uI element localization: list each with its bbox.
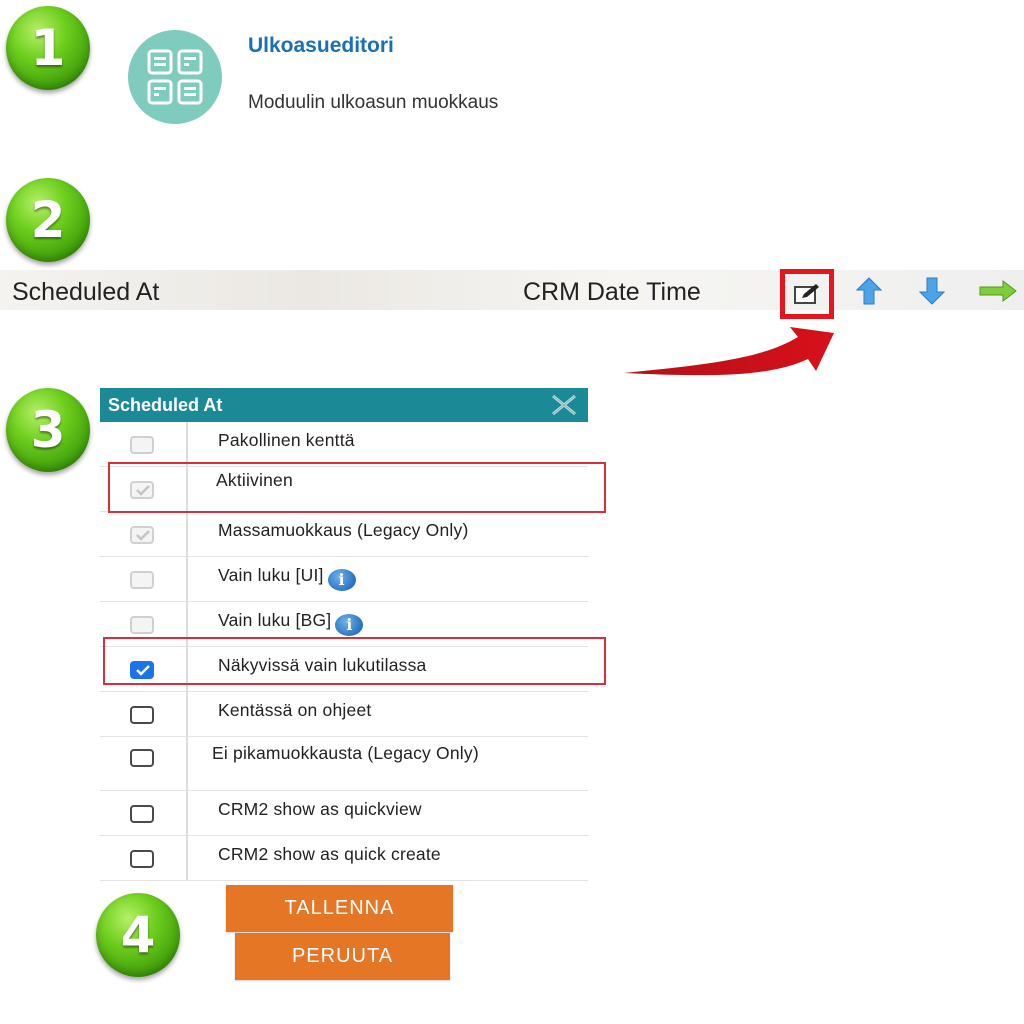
option-label: Kentässä on ohjeet	[218, 700, 372, 720]
step-badge-4: 4	[96, 893, 180, 977]
dialog-header: Scheduled At	[100, 388, 588, 422]
dialog-title: Scheduled At	[108, 394, 223, 415]
save-button[interactable]: TALLENNA	[226, 885, 453, 932]
option-row: Massamuokkaus (Legacy Only)	[100, 512, 588, 557]
layout-grid-icon[interactable]	[128, 30, 222, 124]
option-label: Vain luku [BG]	[218, 610, 332, 630]
option-checkbox	[130, 571, 154, 589]
option-row: CRM2 show as quickview	[100, 791, 588, 836]
option-checkbox[interactable]	[130, 749, 154, 767]
option-checkbox[interactable]	[130, 706, 154, 724]
checkmark-icon	[136, 530, 150, 541]
option-checkbox	[130, 526, 154, 544]
option-label: CRM2 show as quickview	[218, 799, 422, 819]
option-row: Vain luku [UI] i	[100, 557, 588, 602]
option-label-wrap: Vain luku [BG] i	[218, 610, 364, 636]
info-icon[interactable]: i	[327, 569, 356, 591]
highlight-box-readonly-view	[103, 637, 606, 685]
option-row: Kentässä on ohjeet	[100, 692, 588, 737]
option-label: Vain luku [UI]	[218, 565, 324, 585]
option-label: Pakollinen kenttä	[218, 430, 355, 450]
close-icon[interactable]	[550, 394, 578, 416]
option-checkbox[interactable]	[130, 850, 154, 868]
option-label: CRM2 show as quick create	[218, 844, 441, 864]
info-icon[interactable]: i	[335, 614, 364, 636]
module-title-link[interactable]: Ulkoasueditori	[248, 34, 394, 58]
step-badge-1: 1	[6, 6, 90, 90]
step-badge-3: 3	[6, 388, 90, 472]
arrow-right-icon[interactable]	[979, 280, 1017, 302]
arrow-down-icon[interactable]	[919, 277, 945, 305]
option-checkbox	[130, 436, 154, 454]
step-badge-2: 2	[6, 178, 90, 262]
option-row: Ei pikamuokkausta (Legacy Only)	[100, 737, 588, 791]
option-label: Massamuokkaus (Legacy Only)	[218, 520, 469, 540]
arrow-up-icon[interactable]	[856, 277, 882, 305]
field-name: Scheduled At	[12, 278, 160, 306]
edit-field-button[interactable]	[780, 269, 834, 319]
option-row: CRM2 show as quick create	[100, 836, 588, 881]
option-label-wrap: Vain luku [UI] i	[218, 565, 356, 591]
option-row: Pakollinen kenttä	[100, 422, 588, 467]
module-description: Moduulin ulkoasun muokkaus	[248, 92, 499, 113]
cancel-button[interactable]: PERUUTA	[235, 933, 450, 980]
option-checkbox[interactable]	[130, 805, 154, 823]
option-checkbox	[130, 616, 154, 634]
edit-icon	[794, 284, 819, 304]
field-type: CRM Date Time	[523, 278, 701, 306]
highlight-box-active	[108, 462, 606, 513]
pointer-arrow-icon	[624, 327, 834, 376]
option-label: Ei pikamuokkausta (Legacy Only)	[212, 743, 479, 763]
